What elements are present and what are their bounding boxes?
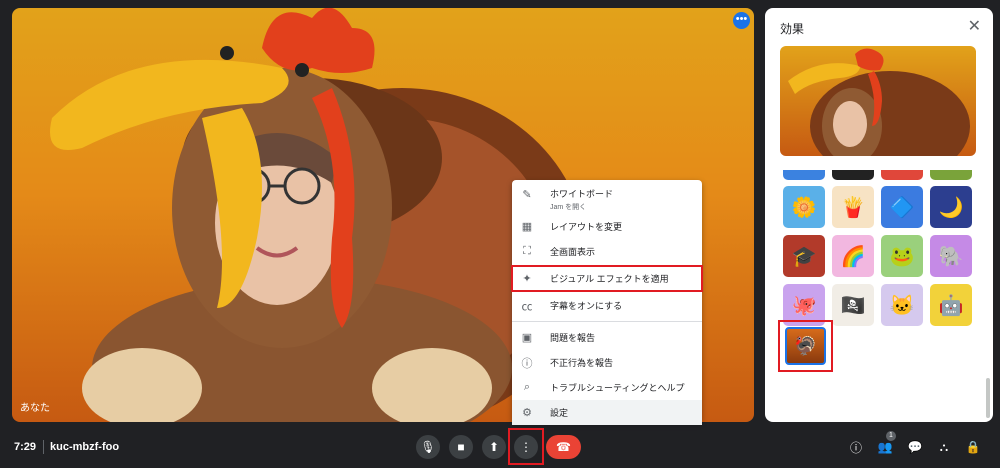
menu-item-visual-effects[interactable]: ✦ ビジュアル エフェクトを適用 — [511, 265, 703, 292]
layout-icon: ▦ — [521, 221, 533, 233]
fullscreen-icon: ⛶ — [523, 245, 531, 257]
troubleshoot-icon: ⌕ — [523, 381, 531, 393]
more-options-highlight — [508, 428, 544, 465]
meeting-code: kuc-mbzf-foo — [50, 441, 120, 453]
menu-item-report-problem[interactable]: ▣ 問題を報告 — [512, 325, 702, 350]
menu-item-label: トラブルシューティングとヘルプ — [550, 383, 685, 393]
panel-title: 効果 — [780, 22, 805, 36]
more-horiz-icon[interactable]: ••• — [733, 12, 750, 29]
self-name-label: あなた — [20, 403, 50, 414]
feedback-icon: ▣ — [521, 332, 533, 344]
effects-panel: 効果 ✕ 🌼 🍟 🔷 🌙 🎓 🌈 🐸 🐘 🐙 🏴‍☠️ 🐱 🤖 🦃 — [765, 8, 993, 422]
effects-grid: 🌼 🍟 🔷 🌙 🎓 🌈 🐸 🐘 🐙 🏴‍☠️ 🐱 🤖 — [783, 170, 973, 326]
menu-item-label: ビジュアル エフェクトを適用 — [550, 274, 669, 284]
moon-sleep-icon: 🌙 — [938, 196, 964, 219]
turkey-preview-image — [788, 48, 970, 156]
panel-scrollbar[interactable] — [986, 378, 990, 418]
selected-effect-highlight: 🦃 — [778, 320, 833, 372]
white-cat-icon: 🐱 — [889, 294, 915, 317]
info-icon: ⓘ — [849, 440, 862, 455]
present-button[interactable]: ⬆ — [482, 435, 506, 459]
robot-icon: 🤖 — [938, 294, 964, 317]
camera-button[interactable]: ■ — [449, 435, 473, 459]
more-options-menu: ✎ ホワイトボード Jam を開く ▦ レイアウトを変更 ⛶ 全画面表示 ✦ ビ… — [511, 180, 703, 425]
camera-icon: ■ — [457, 440, 465, 454]
effect-tile-moon-sleep[interactable]: 🌙 — [930, 186, 972, 228]
menu-item-sublabel: Jam を開く — [550, 204, 587, 211]
menu-item-label: ホワイトボード — [550, 189, 614, 199]
menu-item-report-abuse[interactable]: ⓘ 不正行為を報告 — [512, 350, 702, 375]
effect-tile-graduation-cap[interactable]: 🎓 — [783, 235, 825, 277]
bottom-divider — [43, 440, 44, 454]
settings-icon: ⚙ — [522, 407, 532, 419]
frog-icon: 🐸 — [889, 245, 915, 268]
captions-icon: ㏄ — [521, 300, 533, 313]
meeting-time: 7:29 — [14, 441, 37, 453]
turkey-icon: 🦃 — [794, 335, 817, 356]
activities-button[interactable]: ⛬ — [934, 437, 954, 457]
host-controls-button[interactable]: 🔒 — [963, 437, 983, 457]
present-icon: ⬆ — [488, 440, 500, 454]
pen-icon: ✎ — [522, 188, 532, 201]
effect-tile-robot[interactable]: 🤖 — [930, 284, 972, 326]
chat-icon: 💬 — [907, 440, 923, 454]
mic-icon: 🎙 — [420, 440, 436, 454]
meeting-info-button[interactable]: ⓘ — [846, 437, 866, 457]
menu-item-captions[interactable]: ㏄ 字幕をオンにする — [512, 293, 702, 318]
microphone-button[interactable]: 🎙 — [416, 435, 440, 459]
menu-item-label: レイアウトを変更 — [550, 222, 623, 232]
purple-octopus-icon: 🐙 — [791, 294, 817, 317]
effect-tile-glass-block[interactable]: 🔷 — [881, 186, 923, 228]
glass-block-icon: 🔷 — [889, 196, 915, 219]
effects-row-partial — [783, 170, 973, 180]
people-icon: 👥 — [877, 440, 893, 454]
close-icon[interactable]: ✕ — [968, 16, 981, 36]
menu-item-label: 全画面表示 — [550, 247, 596, 257]
daisy-icon: 🌼 — [791, 196, 817, 219]
alert-icon: ⓘ — [521, 357, 533, 370]
hang-up-icon: ☎ — [556, 440, 571, 454]
sparkle-icon: ✦ — [522, 273, 532, 285]
pirate-icon: 🏴‍☠️ — [840, 294, 866, 317]
menu-item-label: 不正行為を報告 — [550, 358, 614, 368]
menu-item-label: 問題を報告 — [550, 333, 596, 343]
participant-count-badge: 1 — [886, 431, 896, 441]
effect-tile-rainbow-heart[interactable]: 🌈 — [832, 235, 874, 277]
menu-divider — [512, 321, 702, 322]
menu-item-label: 設定 — [550, 408, 569, 418]
effect-tile-fries[interactable]: 🍟 — [832, 186, 874, 228]
effect-tile-pirate[interactable]: 🏴‍☠️ — [832, 284, 874, 326]
graduation-cap-icon: 🎓 — [791, 245, 817, 268]
menu-item-label: 字幕をオンにする — [550, 301, 623, 311]
effect-tile-daisy[interactable]: 🌼 — [783, 186, 825, 228]
rainbow-heart-icon: 🌈 — [840, 245, 866, 268]
fries-icon: 🍟 — [840, 196, 866, 219]
chat-button[interactable]: 💬 — [905, 437, 925, 457]
menu-item-change-layout[interactable]: ▦ レイアウトを変更 — [512, 214, 702, 239]
menu-item-whiteboard[interactable]: ✎ ホワイトボード Jam を開く — [512, 184, 702, 214]
menu-item-troubleshooting[interactable]: ⌕ トラブルシューティングとヘルプ — [512, 375, 702, 400]
menu-item-settings[interactable]: ⚙ 設定 — [512, 400, 702, 425]
menu-item-fullscreen[interactable]: ⛶ 全画面表示 — [512, 239, 702, 264]
purple-elephant-icon: 🐘 — [938, 245, 964, 268]
effects-tiles: 🌼 🍟 🔷 🌙 🎓 🌈 🐸 🐘 🐙 🏴‍☠️ 🐱 🤖 — [783, 186, 973, 326]
activities-icon: ⛬ — [939, 439, 949, 454]
end-call-button[interactable]: ☎ — [546, 435, 581, 459]
effect-tile-frog[interactable]: 🐸 — [881, 235, 923, 277]
lock-person-icon: 🔒 — [965, 440, 981, 454]
effect-tile-purple-elephant[interactable]: 🐘 — [930, 235, 972, 277]
effect-tile-white-cat[interactable]: 🐱 — [881, 284, 923, 326]
effect-preview — [780, 46, 976, 156]
effect-tile-turkey[interactable]: 🦃 — [785, 327, 826, 365]
